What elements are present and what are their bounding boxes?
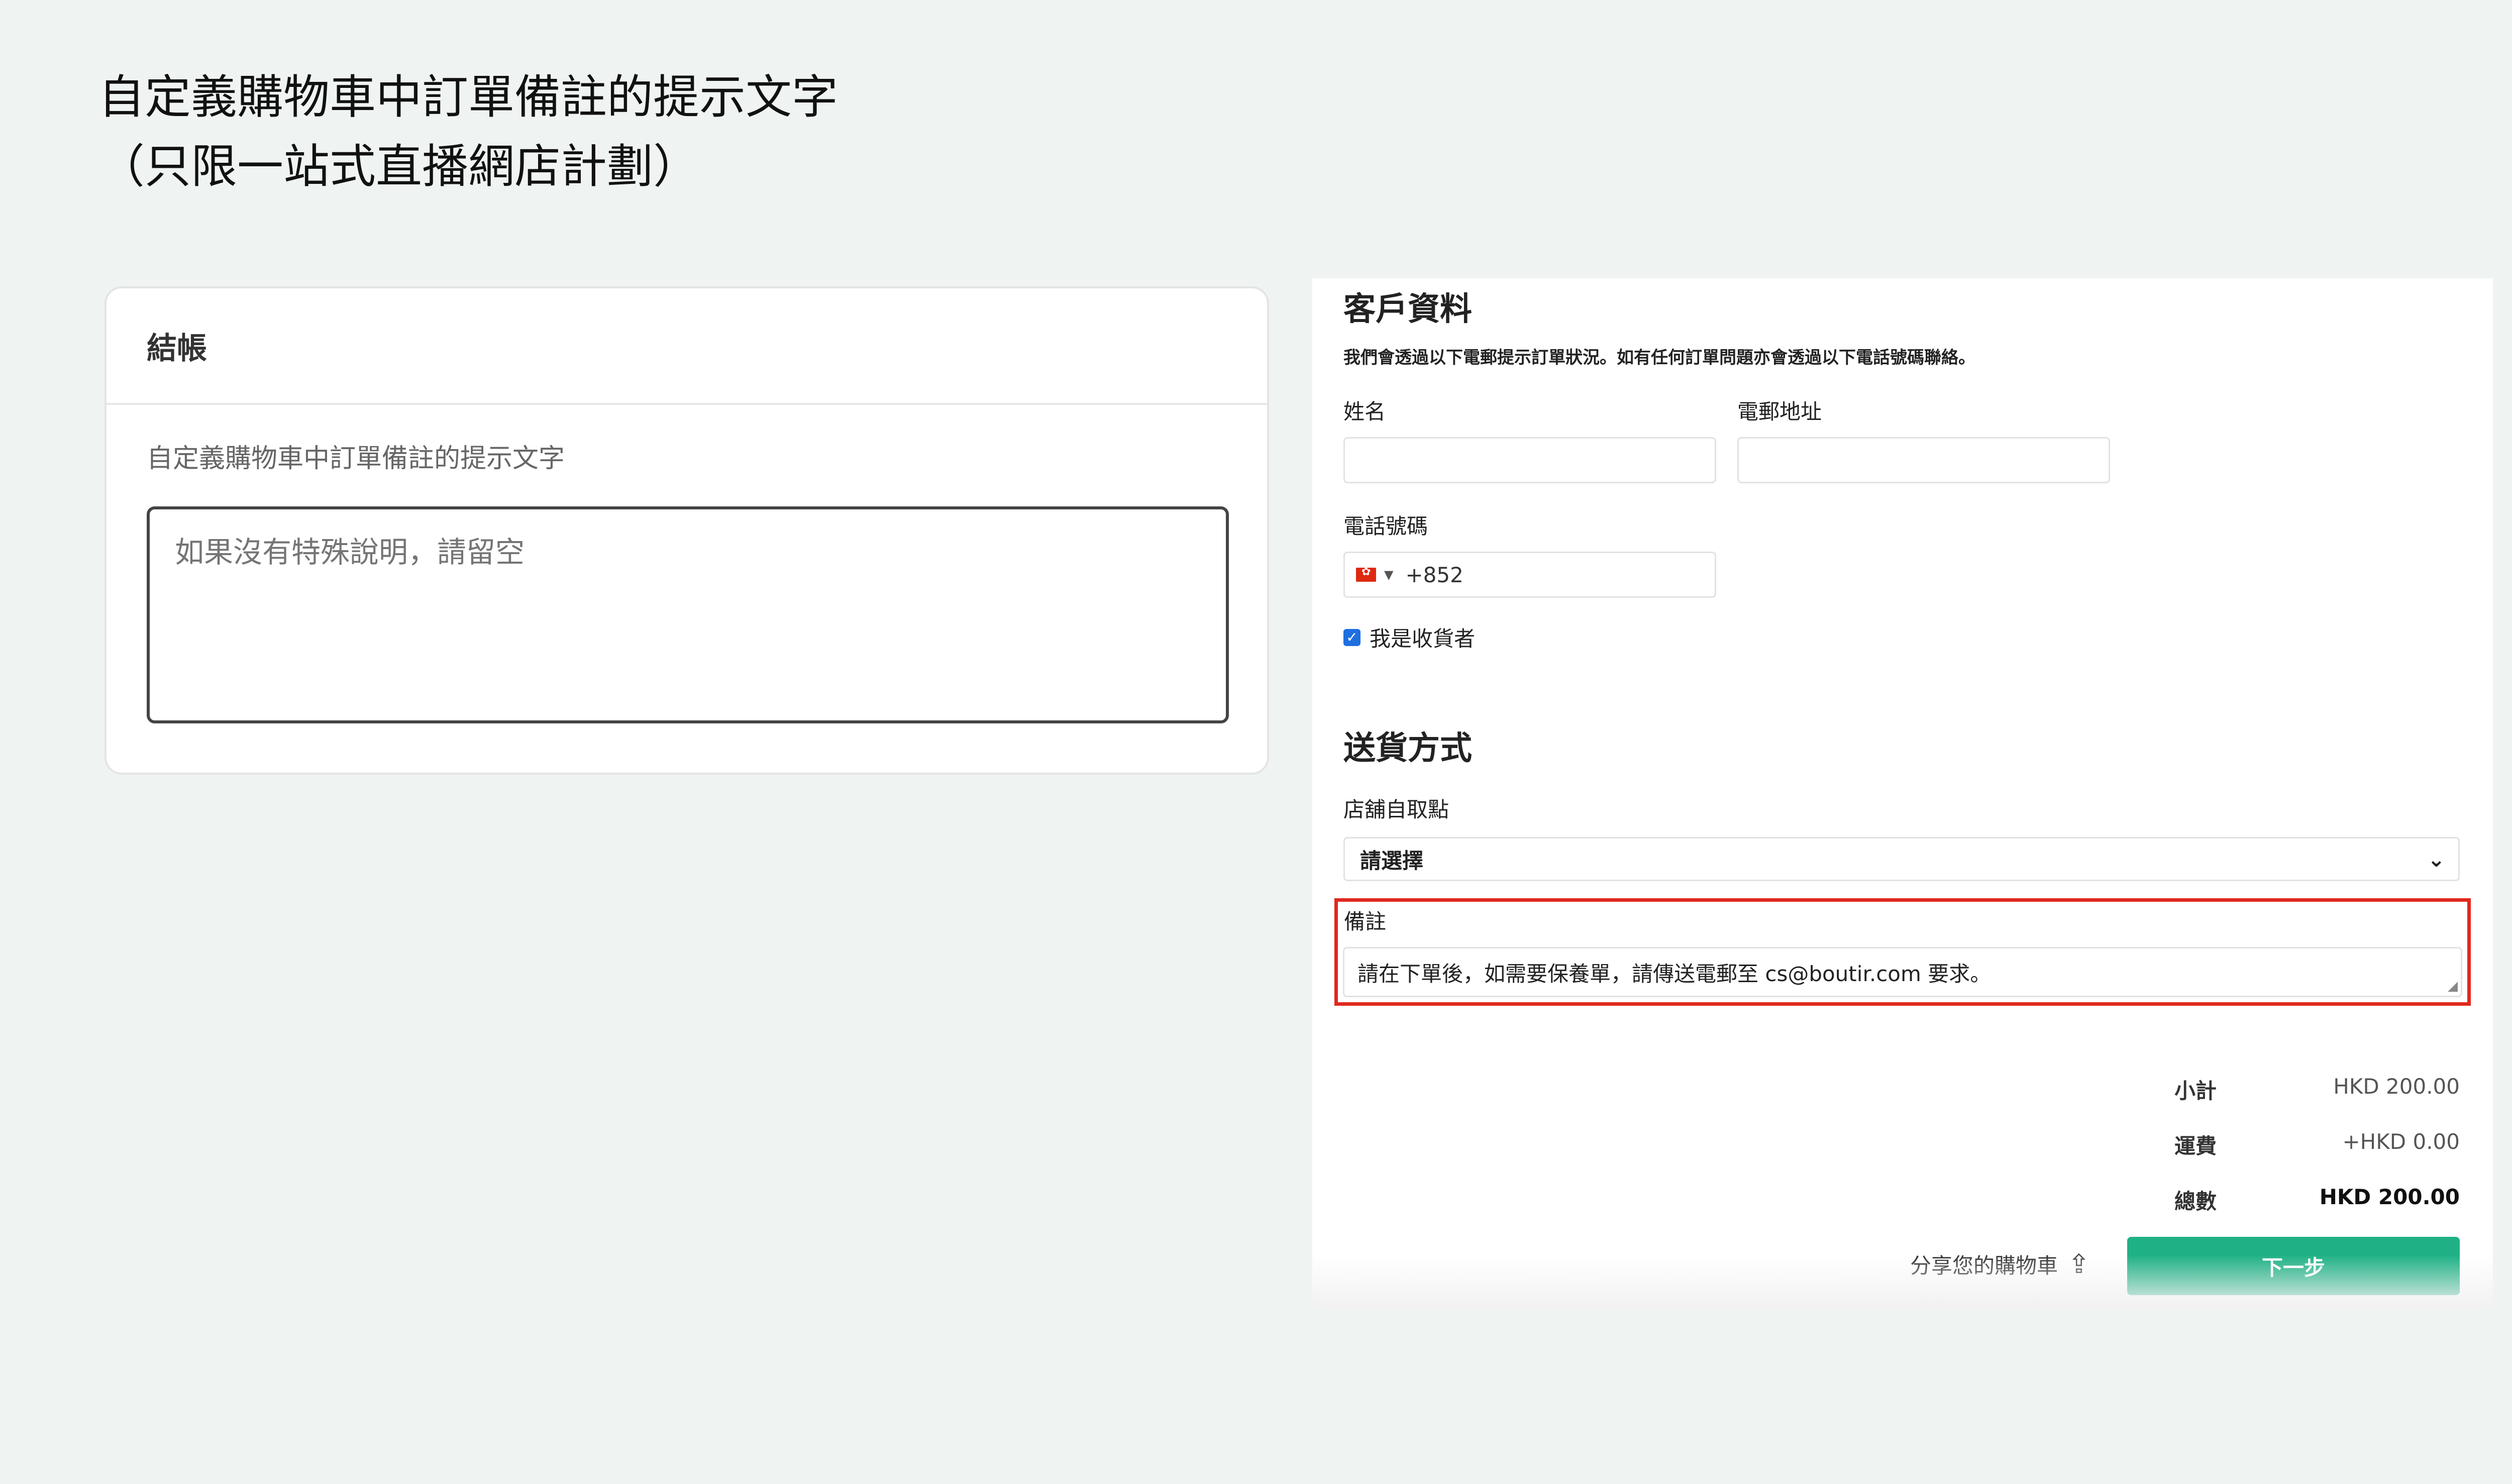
recipient-checkbox[interactable]: ✓ <box>1343 628 1360 646</box>
slide-title-line2: （只限一站式直播網店計劃） <box>98 140 700 193</box>
bottom-fade <box>1312 1255 2493 1310</box>
email-label: 電郵地址 <box>1737 399 1822 424</box>
checkout-settings-card: 結帳 自定義購物車中訂單備註的提示文字 <box>104 286 1269 775</box>
cart-preview-panel: 客戶資料 我們會透過以下電郵提示訂單狀況。如有任何訂單問題亦會透過以下電話號碼聯… <box>1312 278 2493 1310</box>
customer-info-note: 我們會透過以下電郵提示訂單狀況。如有任何訂單問題亦會透過以下電話號碼聯絡。 <box>1343 348 1975 368</box>
subtotal-label: 小計 <box>2174 1079 2217 1103</box>
recipient-label: 我是收貨者 <box>1370 626 1476 651</box>
remark-value: 請在下單後，如需要保養單，請傳送電郵至 cs@boutir.com 要求。 <box>1357 961 1992 986</box>
pickup-select[interactable]: 請選擇 ⌄ <box>1343 837 2460 881</box>
remark-label: 備註 <box>1344 909 1387 934</box>
phone-label: 電話號碼 <box>1343 514 1428 539</box>
phone-input[interactable]: ▼ +852 <box>1343 552 1716 598</box>
subtotal-value: HKD 200.00 <box>2333 1074 2460 1099</box>
remark-highlight: 備註 請在下單後，如需要保養單，請傳送電郵至 cs@boutir.com 要求。… <box>1334 898 2471 1006</box>
recipient-checkbox-row[interactable]: ✓ 我是收貨者 <box>1343 622 1475 653</box>
chevron-down-icon: ⌄ <box>2427 846 2445 872</box>
slide-title: 自定義購物車中訂單備註的提示文字 （只限一站式直播網店計劃） <box>98 63 838 201</box>
shipping-label: 運費 <box>2174 1134 2217 1158</box>
name-label: 姓名 <box>1343 399 1386 424</box>
resize-handle-icon[interactable]: ◢ <box>2448 979 2458 994</box>
note-hint-label: 自定義購物車中訂單備註的提示文字 <box>147 444 565 474</box>
country-dropdown-icon[interactable]: ▼ <box>1384 568 1393 582</box>
remark-input[interactable]: 請在下單後，如需要保養單，請傳送電郵至 cs@boutir.com 要求。 ◢ <box>1343 947 2462 997</box>
card-title: 結帳 <box>107 288 1267 405</box>
pickup-selected-value: 請選擇 <box>1360 848 1424 873</box>
phone-country-code: +852 <box>1405 562 1463 587</box>
customer-info-heading: 客戶資料 <box>1343 291 1472 328</box>
pickup-label: 店舖自取點 <box>1343 797 1449 822</box>
slide-title-line1: 自定義購物車中訂單備註的提示文字 <box>98 70 839 124</box>
email-input[interactable] <box>1737 437 2110 483</box>
total-value: HKD 200.00 <box>2319 1185 2460 1209</box>
name-input[interactable] <box>1343 437 1716 483</box>
hk-flag-icon[interactable] <box>1356 566 1376 582</box>
delivery-heading: 送貨方式 <box>1343 730 1472 767</box>
shipping-value: +HKD 0.00 <box>2342 1129 2460 1154</box>
total-label: 總數 <box>2174 1189 2217 1214</box>
note-hint-textarea[interactable] <box>147 506 1229 723</box>
